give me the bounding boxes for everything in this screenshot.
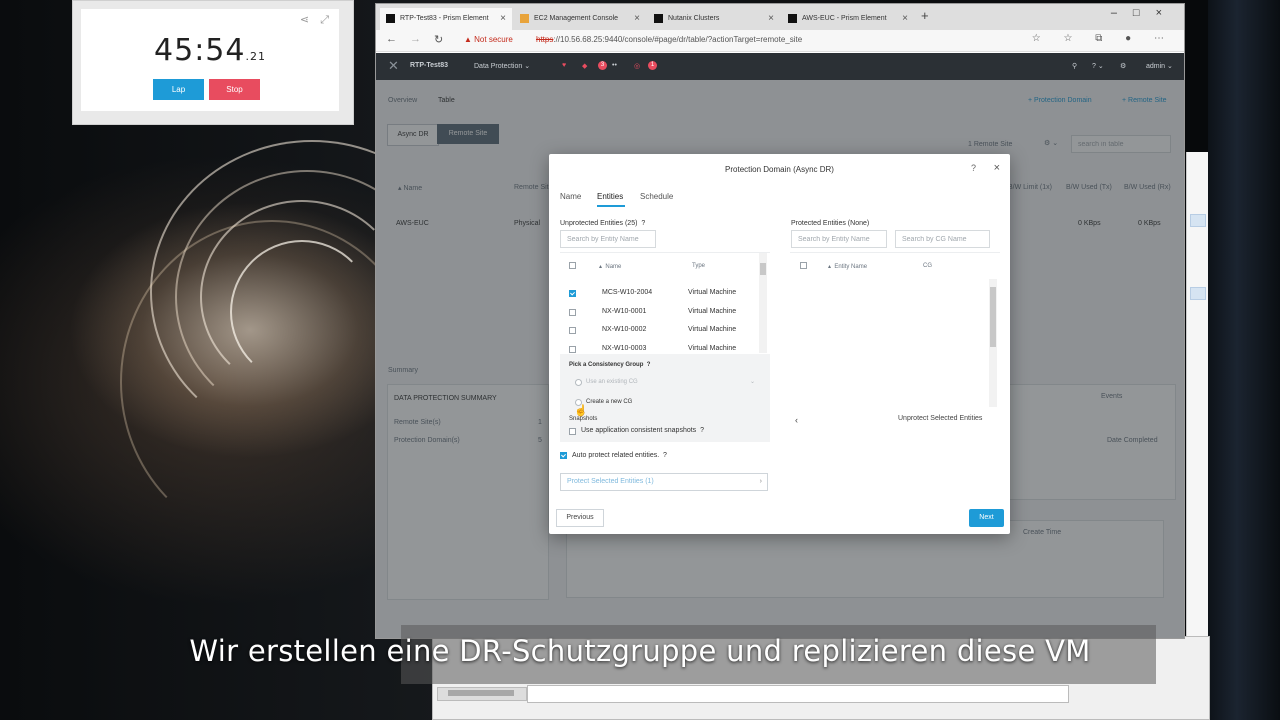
active-tab-indicator <box>597 205 625 207</box>
entity-name: NX-W10-0002 <box>602 326 647 333</box>
task-count-badge: 1 <box>648 61 657 70</box>
prism-icon <box>788 14 797 23</box>
back-icon[interactable]: ← <box>386 33 397 45</box>
protected-list-scrollbar[interactable] <box>989 279 997 407</box>
entity-name: NX-W10-0003 <box>602 345 647 352</box>
tab-rtp-test83[interactable]: RTP-Test83 - Prism Element × <box>380 8 512 30</box>
close-icon[interactable]: × <box>902 8 908 30</box>
stopwatch-window: ⋖ ⤢ 45:54.21 Lap Stop <box>72 0 354 125</box>
col-entity-name[interactable]: ▴ Entity Name <box>828 263 867 270</box>
select-all-protected-checkbox[interactable] <box>800 262 807 269</box>
entity-type: Virtual Machine <box>688 326 737 333</box>
url-text[interactable]: https://10.56.68.25:9440/console/#page/d… <box>536 35 802 44</box>
tab-bar: RTP-Test83 - Prism Element × EC2 Manageme… <box>376 4 1184 30</box>
tab-name[interactable]: Name <box>560 192 581 201</box>
entity-checkbox[interactable] <box>569 309 576 316</box>
prism-navbar: ✕ RTP-Test83 Data Protection ⌄ ♥ ◆ 3 •• … <box>376 53 1184 80</box>
entity-type: Virtual Machine <box>688 289 737 296</box>
col-cg[interactable]: CG <box>923 263 932 269</box>
entity-list-scrollbar[interactable] <box>759 253 767 353</box>
background-input <box>527 685 1069 703</box>
share-expand-icons[interactable]: ⋖ ⤢ <box>300 13 333 27</box>
existing-cg-label: Use an existing CG <box>586 379 638 385</box>
window-controls[interactable]: –□× <box>1111 7 1178 19</box>
chevron-right-icon: › <box>759 478 762 485</box>
entity-name: NX-W10-0001 <box>602 308 647 315</box>
entity-type: Virtual Machine <box>688 345 737 352</box>
protected-entities-table: ▴ Entity Name CG <box>790 252 1000 408</box>
search-icon[interactable]: ⚲ <box>1072 62 1077 70</box>
create-cg-label: Create a new CG <box>586 399 633 405</box>
stop-button[interactable]: Stop <box>209 79 260 100</box>
aws-icon <box>520 14 529 23</box>
app-consistent-checkbox[interactable] <box>569 428 576 435</box>
dialog-title: Protection Domain (Async DR) <box>725 165 834 174</box>
close-icon[interactable]: × <box>500 8 506 30</box>
close-icon[interactable]: × <box>768 8 774 30</box>
alert-icon[interactable]: ◆ <box>582 62 587 70</box>
lap-button[interactable]: Lap <box>153 79 204 100</box>
help-icon[interactable]: ? ⌄ <box>1092 62 1104 70</box>
select-all-checkbox[interactable] <box>569 262 576 269</box>
subtitle-caption: Wir erstellen eine DR-Schutzgruppe und r… <box>189 634 1091 668</box>
unprotect-selected-button[interactable]: Unprotect Selected Entities <box>898 415 982 422</box>
refresh-icon[interactable]: ↻ <box>434 33 443 46</box>
user-menu[interactable]: admin ⌄ <box>1146 62 1173 70</box>
previous-button[interactable]: Previous <box>556 509 604 527</box>
tab-ec2[interactable]: EC2 Management Console × <box>514 8 646 30</box>
tab-aws-euc[interactable]: AWS-EUC - Prism Element × <box>782 8 914 30</box>
chevron-down-icon[interactable]: ⌄ <box>750 378 755 385</box>
background-window-right <box>1186 152 1208 637</box>
more-icon[interactable]: •• <box>612 62 617 69</box>
search-protected-entity-input[interactable] <box>791 230 887 248</box>
tab-schedule[interactable]: Schedule <box>640 192 673 201</box>
task-icon[interactable]: ◎ <box>634 62 640 70</box>
entity-checkbox[interactable] <box>569 346 576 353</box>
tab-nutanix-clusters[interactable]: Nutanix Clusters × <box>648 8 780 30</box>
entity-checkbox[interactable] <box>569 290 576 297</box>
next-button[interactable]: Next <box>969 509 1004 527</box>
horizontal-scrollbar[interactable] <box>437 687 527 701</box>
protect-selected-button[interactable]: Protect Selected Entities (1) › <box>560 473 768 491</box>
entity-name: MCS-W10-2004 <box>602 289 653 296</box>
nutanix-icon <box>654 14 663 23</box>
browser-toolbar-icons[interactable]: ☆ ☆ ⧉ ● ⋯ <box>1032 33 1174 44</box>
protected-entities-label: Protected Entities (None) <box>791 220 870 227</box>
auto-protect-label: Auto protect related entities. ? <box>572 452 667 459</box>
search-cg-input[interactable] <box>895 230 990 248</box>
existing-cg-radio[interactable] <box>575 379 582 386</box>
alert-count-badge: 3 <box>598 61 607 70</box>
not-secure-warning[interactable]: ▲ Not secure <box>464 35 513 44</box>
protection-domain-dialog: Protection Domain (Async DR) ? × Name En… <box>549 154 1010 534</box>
search-entity-input[interactable] <box>560 230 656 248</box>
forward-icon[interactable]: → <box>410 33 421 45</box>
new-tab-icon[interactable]: + <box>921 8 929 23</box>
unprotected-entities-table: ▴ Name Type MCS-W10-2004 Virtual Machine… <box>560 252 770 355</box>
unprotected-entities-label: Unprotected Entities (25) ? <box>560 220 646 227</box>
heart-icon[interactable]: ♥ <box>562 62 566 69</box>
chevron-left-icon[interactable]: ‹ <box>795 415 798 425</box>
close-icon[interactable]: × <box>634 8 640 30</box>
tab-entities[interactable]: Entities <box>597 192 623 201</box>
nutanix-logo-icon: ✕ <box>388 58 399 73</box>
col-name[interactable]: ▴ Name <box>599 263 621 270</box>
address-bar: ← → ↻ ▲ Not secure https://10.56.68.25:9… <box>376 30 1184 52</box>
app-consistent-label: Use application consistent snapshots ? <box>581 427 704 434</box>
gear-icon[interactable]: ⚙ <box>1120 62 1126 70</box>
close-icon[interactable]: × <box>994 162 1000 174</box>
cg-title: Pick a Consistency Group ? <box>569 362 651 368</box>
cluster-name[interactable]: RTP-Test83 <box>410 62 448 69</box>
auto-protect-checkbox[interactable] <box>560 452 567 459</box>
desktop-right-strip <box>1208 0 1280 720</box>
mouse-cursor-icon: ☝ <box>574 405 588 417</box>
prism-icon <box>386 14 395 23</box>
stopwatch-time: 45:54.21 <box>154 33 266 68</box>
help-icon[interactable]: ? <box>971 163 976 173</box>
entity-type: Virtual Machine <box>688 308 737 315</box>
entity-checkbox[interactable] <box>569 327 576 334</box>
col-type[interactable]: Type <box>692 263 705 269</box>
menu-dropdown[interactable]: Data Protection ⌄ <box>474 62 530 70</box>
consistency-group-section: Pick a Consistency Group ? Use an existi… <box>560 354 770 442</box>
